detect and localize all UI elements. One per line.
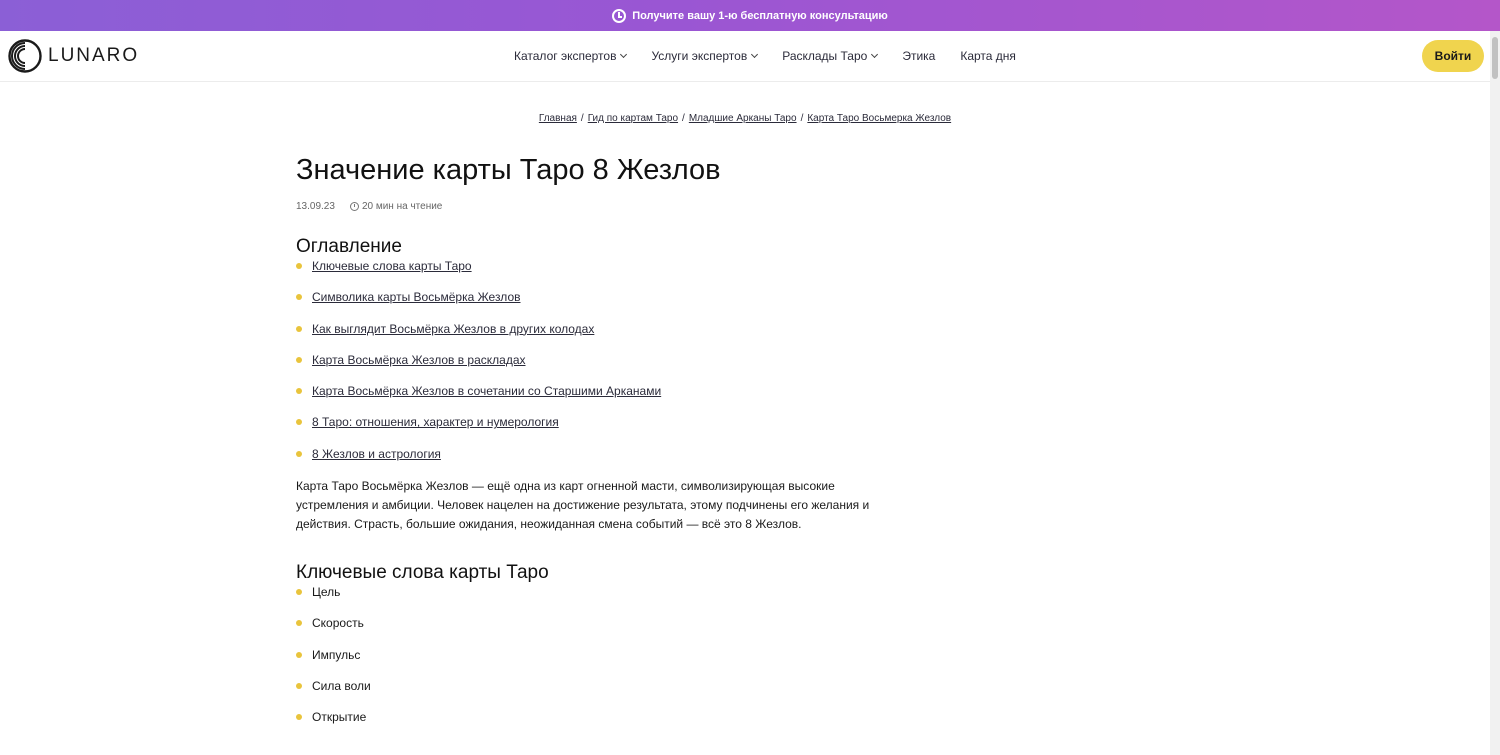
page-title: Значение карты Таро 8 Жезлов <box>296 154 721 186</box>
toc-link[interactable]: Ключевые слова карты Таро <box>312 259 472 273</box>
toc-item: 8 Таро: отношения, характер и нумерологи… <box>296 414 896 445</box>
keyword-item: Цель <box>296 584 896 615</box>
breadcrumb-separator: / <box>580 113 584 124</box>
nav-catalog-experts[interactable]: Каталог экспертов <box>514 49 628 63</box>
toc-item: Карта Восьмёрка Жезлов в раскладах <box>296 352 896 383</box>
logo[interactable]: LUNARO <box>8 39 139 73</box>
intro-paragraph: Карта Таро Восьмёрка Жезлов — ещё одна и… <box>296 479 870 532</box>
nav-ethics[interactable]: Этика <box>902 49 935 63</box>
clock-icon <box>349 202 359 211</box>
scrollbar[interactable] <box>1490 31 1500 755</box>
chevron-down-icon <box>751 50 759 59</box>
keyword-item: Открытие <box>296 709 896 740</box>
nav-card-of-day[interactable]: Карта дня <box>960 49 1016 63</box>
toc-link[interactable]: 8 Жезлов и астрология <box>312 447 441 461</box>
chevron-down-icon <box>620 50 628 59</box>
breadcrumb-current[interactable]: Карта Таро Восьмерка Жезлов <box>807 113 951 124</box>
keyword-item: Сила воли <box>296 678 896 709</box>
chevron-down-icon <box>871 50 879 59</box>
breadcrumb-home[interactable]: Главная <box>539 113 577 124</box>
breadcrumb-separator: / <box>800 113 804 124</box>
keywords-heading: Ключевые слова карты Таро <box>296 562 549 584</box>
keyword-item: Импульс <box>296 647 896 678</box>
toc-item: Ключевые слова карты Таро <box>296 258 896 289</box>
article-date: 13.09.23 <box>296 201 335 212</box>
logo-text: LUNARO <box>48 45 140 66</box>
toc-link[interactable]: Символика карты Восьмёрка Жезлов <box>312 290 521 304</box>
toc-link[interactable]: Как выглядит Восьмёрка Жезлов в других к… <box>312 322 594 336</box>
toc-item: Карта Восьмёрка Жезлов в сочетании со Ст… <box>296 383 896 414</box>
clock-icon <box>612 8 627 23</box>
login-button[interactable]: Войти <box>1422 40 1484 72</box>
breadcrumb-tarot-guide[interactable]: Гид по картам Таро <box>588 113 678 124</box>
table-of-contents: Ключевые слова карты Таро Символика карт… <box>296 258 896 477</box>
nav-tarot-spreads[interactable]: Расклады Таро <box>782 49 879 63</box>
article-meta: 13.09.23 20 мин на чтение <box>296 201 896 212</box>
keyword-item: Скорость <box>296 615 896 646</box>
logo-mark-icon <box>8 39 42 73</box>
breadcrumb-separator: / <box>682 113 685 124</box>
toc-link[interactable]: Карта Восьмёрка Жезлов в раскладах <box>312 353 526 367</box>
promo-text: Получите вашу 1-ю бесплатную консультаци… <box>632 9 888 22</box>
scrollbar-thumb[interactable] <box>1492 37 1498 79</box>
toc-item: Символика карты Восьмёрка Жезлов <box>296 289 896 320</box>
breadcrumb: Главная / Гид по картам Таро / Младшие Аркан… <box>0 113 1490 124</box>
main-nav: Каталог экспертов Услуги экспертов Раскл… <box>514 31 1041 81</box>
toc-item: Как выглядит Восьмёрка Жезлов в других к… <box>296 321 896 352</box>
breadcrumb-minor-arcana[interactable]: Младшие Арканы Таро <box>689 113 797 124</box>
read-time: 20 мин на чтение <box>361 201 443 212</box>
promo-banner[interactable]: Получите вашу 1-ю бесплатную консультаци… <box>0 0 1500 31</box>
toc-title: Оглавление <box>296 236 402 257</box>
site-header: LUNARO Каталог экспертов Услуги эксперто… <box>0 31 1490 82</box>
keywords-list: Цель Скорость Импульс Сила воли Открытие <box>296 584 896 740</box>
toc-item: 8 Жезлов и астрология <box>296 446 896 477</box>
nav-expert-services[interactable]: Услуги экспертов <box>651 49 759 63</box>
toc-link[interactable]: 8 Таро: отношения, характер и нумерологи… <box>312 415 559 429</box>
article: Значение карты Таро 8 Жезлов 13.09.23 20… <box>296 150 896 741</box>
toc-link[interactable]: Карта Восьмёрка Жезлов в сочетании со Ст… <box>312 384 661 398</box>
